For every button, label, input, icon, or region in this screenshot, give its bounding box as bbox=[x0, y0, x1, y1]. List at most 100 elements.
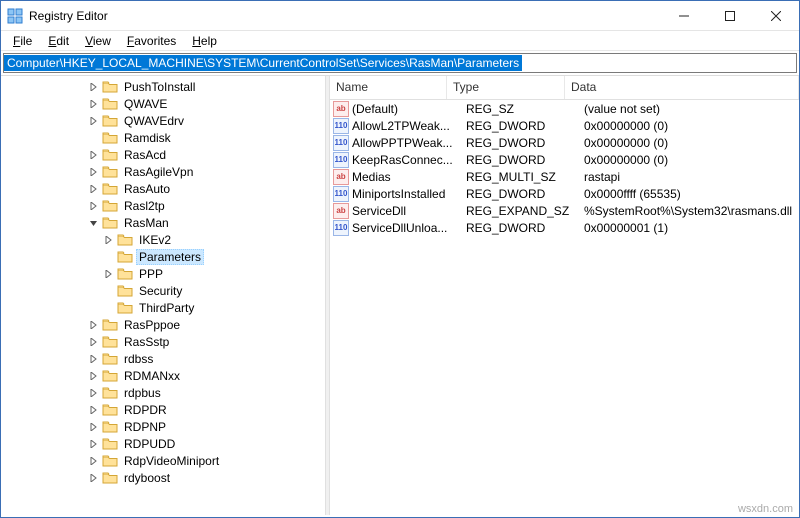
cell-type: REG_DWORD bbox=[466, 187, 584, 201]
value-row[interactable]: abMediasREG_MULTI_SZrastapi bbox=[330, 168, 799, 185]
expand-icon[interactable] bbox=[101, 232, 117, 248]
tree-item-label: RdpVideoMiniport bbox=[121, 453, 222, 469]
tree-item-rdpnp[interactable]: RDPNP bbox=[1, 418, 325, 435]
expand-icon[interactable] bbox=[86, 470, 102, 486]
tree-item-ikev2[interactable]: IKEv2 bbox=[1, 231, 325, 248]
tree-panel[interactable]: PushToInstallQWAVEQWAVEdrvRamdiskRasAcdR… bbox=[1, 76, 325, 515]
menu-view[interactable]: View bbox=[77, 32, 119, 50]
expand-icon[interactable] bbox=[86, 317, 102, 333]
folder-icon bbox=[117, 300, 133, 316]
folder-icon bbox=[102, 334, 118, 350]
tree-item-parameters[interactable]: Parameters bbox=[1, 248, 325, 265]
tree-item-rdpvideominiport[interactable]: RdpVideoMiniport bbox=[1, 452, 325, 469]
tree-item-thirdparty[interactable]: ThirdParty bbox=[1, 299, 325, 316]
value-row[interactable]: 110ServiceDllUnloa...REG_DWORD0x00000001… bbox=[330, 219, 799, 236]
expand-icon[interactable] bbox=[86, 96, 102, 112]
expand-icon[interactable] bbox=[86, 113, 102, 129]
address-text: Computer\HKEY_LOCAL_MACHINE\SYSTEM\Curre… bbox=[4, 55, 522, 71]
tree-item-rdyboost[interactable]: rdyboost bbox=[1, 469, 325, 486]
tree-item-rdpdr[interactable]: RDPDR bbox=[1, 401, 325, 418]
tree-item-rasacd[interactable]: RasAcd bbox=[1, 146, 325, 163]
tree-item-label: RasAgileVpn bbox=[121, 164, 196, 180]
tree-item-label: Rasl2tp bbox=[121, 198, 168, 214]
value-row[interactable]: abServiceDllREG_EXPAND_SZ%SystemRoot%\Sy… bbox=[330, 202, 799, 219]
cell-type: REG_DWORD bbox=[466, 119, 584, 133]
expand-icon[interactable] bbox=[86, 351, 102, 367]
menu-help[interactable]: Help bbox=[184, 32, 225, 50]
col-header-type[interactable]: Type bbox=[447, 76, 565, 99]
tree-item-rdpudd[interactable]: RDPUDD bbox=[1, 435, 325, 452]
value-row[interactable]: ab(Default)REG_SZ(value not set) bbox=[330, 100, 799, 117]
collapse-icon[interactable] bbox=[86, 215, 102, 231]
cell-type: REG_DWORD bbox=[466, 136, 584, 150]
folder-icon bbox=[102, 198, 118, 214]
folder-icon bbox=[102, 470, 118, 486]
tree-item-label: IKEv2 bbox=[136, 232, 174, 248]
folder-icon bbox=[102, 130, 118, 146]
tree-item-pushtoinstall[interactable]: PushToInstall bbox=[1, 78, 325, 95]
tree-item-rasl2tp[interactable]: Rasl2tp bbox=[1, 197, 325, 214]
tree-item-rasagilevpn[interactable]: RasAgileVpn bbox=[1, 163, 325, 180]
cell-type: REG_SZ bbox=[466, 102, 584, 116]
value-row[interactable]: 110MiniportsInstalledREG_DWORD0x0000ffff… bbox=[330, 185, 799, 202]
expand-icon[interactable] bbox=[86, 402, 102, 418]
minimize-button[interactable] bbox=[661, 1, 707, 31]
tree-item-raspppoe[interactable]: RasPppoe bbox=[1, 316, 325, 333]
tree-item-rasauto[interactable]: RasAuto bbox=[1, 180, 325, 197]
tree-item-label: RasMan bbox=[121, 215, 172, 231]
tree-item-label: Ramdisk bbox=[121, 130, 174, 146]
list-panel[interactable]: Name Type Data ab(Default)REG_SZ(value n… bbox=[330, 76, 799, 515]
expand-icon[interactable] bbox=[86, 147, 102, 163]
expand-icon[interactable] bbox=[101, 266, 117, 282]
cell-data: 0x0000ffff (65535) bbox=[584, 187, 796, 201]
menu-favorites[interactable]: Favorites bbox=[119, 32, 184, 50]
col-header-name[interactable]: Name bbox=[330, 76, 447, 99]
menu-edit[interactable]: Edit bbox=[40, 32, 77, 50]
tree-item-rasman[interactable]: RasMan bbox=[1, 214, 325, 231]
string-value-icon: ab bbox=[333, 101, 349, 117]
cell-name: KeepRasConnec... bbox=[352, 153, 466, 167]
maximize-button[interactable] bbox=[707, 1, 753, 31]
app-icon bbox=[7, 8, 23, 24]
expand-icon[interactable] bbox=[86, 385, 102, 401]
cell-data: 0x00000000 (0) bbox=[584, 119, 796, 133]
expand-icon[interactable] bbox=[86, 419, 102, 435]
folder-icon bbox=[102, 164, 118, 180]
folder-icon bbox=[102, 181, 118, 197]
close-button[interactable] bbox=[753, 1, 799, 31]
expand-icon[interactable] bbox=[86, 436, 102, 452]
col-header-data[interactable]: Data bbox=[565, 76, 799, 99]
expand-icon[interactable] bbox=[86, 198, 102, 214]
tree-item-qwave[interactable]: QWAVE bbox=[1, 95, 325, 112]
value-row[interactable]: 110AllowL2TPWeak...REG_DWORD0x00000000 (… bbox=[330, 117, 799, 134]
workspace: PushToInstallQWAVEQWAVEdrvRamdiskRasAcdR… bbox=[1, 75, 799, 515]
tree-item-rdmanxx[interactable]: RDMANxx bbox=[1, 367, 325, 384]
value-row[interactable]: 110AllowPPTPWeak...REG_DWORD0x00000000 (… bbox=[330, 134, 799, 151]
tree-item-qwavedrv[interactable]: QWAVEdrv bbox=[1, 112, 325, 129]
cell-data: %SystemRoot%\System32\rasmans.dll bbox=[584, 204, 796, 218]
value-row[interactable]: 110KeepRasConnec...REG_DWORD0x00000000 (… bbox=[330, 151, 799, 168]
expand-icon[interactable] bbox=[86, 181, 102, 197]
tree-item-rdbss[interactable]: rdbss bbox=[1, 350, 325, 367]
expand-icon[interactable] bbox=[86, 164, 102, 180]
menu-file[interactable]: File bbox=[5, 32, 40, 50]
tree-item-label: Parameters bbox=[136, 249, 204, 265]
menubar: FileEditViewFavoritesHelp bbox=[1, 31, 799, 51]
dword-value-icon: 110 bbox=[333, 135, 349, 151]
address-bar[interactable]: Computer\HKEY_LOCAL_MACHINE\SYSTEM\Curre… bbox=[3, 53, 797, 73]
cell-data: 0x00000000 (0) bbox=[584, 136, 796, 150]
expand-icon[interactable] bbox=[86, 368, 102, 384]
expand-icon[interactable] bbox=[86, 453, 102, 469]
folder-icon bbox=[117, 266, 133, 282]
dword-value-icon: 110 bbox=[333, 118, 349, 134]
expand-icon[interactable] bbox=[86, 79, 102, 95]
tree-item-rdpbus[interactable]: rdpbus bbox=[1, 384, 325, 401]
expand-icon[interactable] bbox=[86, 334, 102, 350]
tree-item-rassstp[interactable]: RasSstp bbox=[1, 333, 325, 350]
folder-icon bbox=[102, 453, 118, 469]
tree-item-ppp[interactable]: PPP bbox=[1, 265, 325, 282]
tree-item-ramdisk[interactable]: Ramdisk bbox=[1, 129, 325, 146]
folder-icon bbox=[102, 79, 118, 95]
window-title: Registry Editor bbox=[29, 9, 108, 23]
tree-item-security[interactable]: Security bbox=[1, 282, 325, 299]
